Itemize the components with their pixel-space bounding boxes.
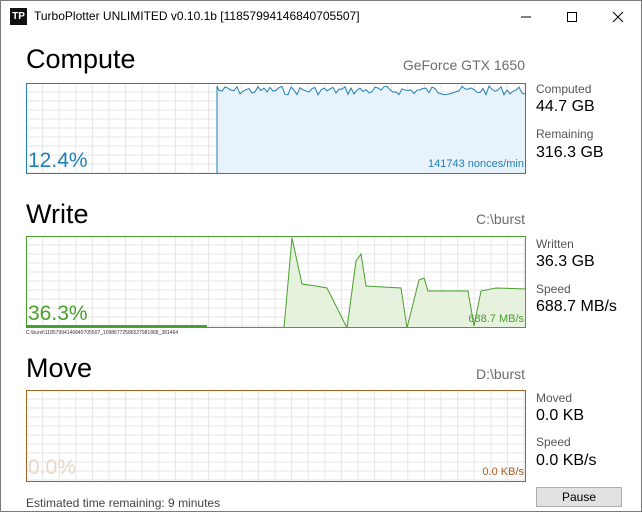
moved-value: 0.0 KB (536, 407, 585, 424)
move-path: D:\burst (475, 366, 525, 382)
status-text: Estimated time remaining: 9 minutes (26, 496, 221, 510)
move-rate: 0.0 KB/s (482, 466, 524, 478)
compute-title: Compute (26, 44, 136, 74)
compute-percent: 12.4% (28, 149, 88, 172)
compute-rate: 141743 nonces/min (427, 158, 524, 170)
written-value: 36.3 GB (536, 253, 595, 270)
write-speed-label: Speed (536, 282, 571, 296)
write-speed-value: 688.7 MB/s (536, 298, 617, 315)
write-path: C:\burst (475, 211, 525, 227)
remaining-value: 316.3 GB (536, 144, 604, 161)
pause-button[interactable]: Pause (536, 487, 622, 507)
compute-graph: 12.4% 141743 nonces/min (26, 83, 526, 174)
write-title: Write (26, 199, 89, 229)
write-file-path: C:\burst\11857994146840705507_1098677258… (26, 330, 178, 336)
move-speed-label: Speed (536, 435, 571, 449)
move-percent: 0.0% (28, 456, 76, 479)
write-rate: 688.7 MB/s (468, 313, 524, 325)
window-title: TurboPlotter UNLIMITED v0.10.1b [1185799… (34, 9, 360, 23)
write-percent: 36.3% (28, 302, 88, 325)
close-button[interactable] (595, 1, 641, 32)
minimize-icon (521, 16, 531, 18)
compute-device: GeForce GTX 1650 (402, 57, 525, 73)
remaining-label: Remaining (536, 127, 594, 141)
computed-label: Computed (536, 82, 592, 96)
app-logo-icon: TP (10, 8, 27, 25)
move-speed-value: 0.0 KB/s (536, 452, 597, 469)
computed-value: 44.7 GB (536, 98, 595, 115)
move-border (26, 390, 526, 482)
maximize-button[interactable] (549, 1, 595, 32)
main-window: TP TurboPlotter UNLIMITED v0.10.1b [1185… (0, 0, 642, 512)
written-label: Written (536, 237, 574, 251)
move-grid (26, 390, 526, 482)
minimize-button[interactable] (503, 1, 549, 32)
close-icon (612, 11, 624, 23)
move-graph-svg (26, 390, 526, 482)
moved-label: Moved (536, 391, 573, 405)
write-graph-svg (26, 236, 526, 328)
move-title: Move (26, 353, 93, 383)
move-graph: 0.0% 0.0 KB/s (26, 390, 526, 482)
maximize-icon (567, 12, 577, 22)
write-graph: 36.3% 688.7 MB/s (26, 236, 526, 328)
title-bar[interactable]: TP TurboPlotter UNLIMITED v0.10.1b [1185… (1, 1, 641, 32)
